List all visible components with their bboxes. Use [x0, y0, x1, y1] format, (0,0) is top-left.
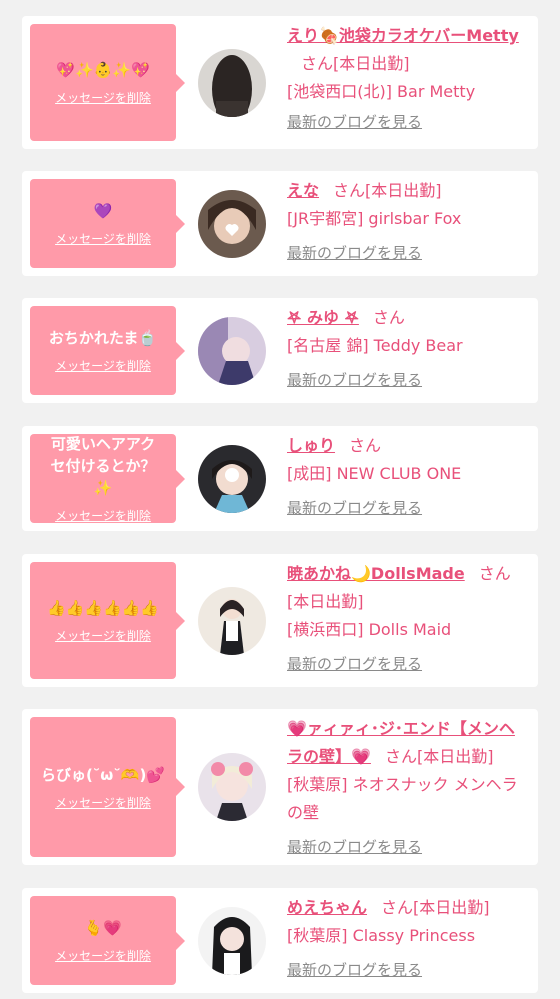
- cast-name-link[interactable]: えり🍖池袋カラオケバーMetty: [287, 26, 519, 45]
- store-name: [秋葉原] ネオスナック メンヘラの壁: [287, 775, 518, 822]
- honorific: さん: [381, 898, 414, 917]
- message-card: 💖✨👶✨💖 メッセージを削除 えり🍖池袋カラオケバーMetty さん[本日出勤] …: [22, 16, 538, 149]
- profile-info: しゅり さん [成田] NEW CLUB ONE 最新のブログを見る: [287, 432, 528, 522]
- message-card: 可愛いヘアアクセ付けるとか？✨ メッセージを削除 しゅり さん [成田] NEW …: [22, 426, 538, 531]
- honorific: さん: [301, 54, 334, 73]
- delete-message-link[interactable]: メッセージを削除: [55, 794, 151, 811]
- attendance-status: [本日出勤]: [287, 592, 364, 611]
- message-text: 可愛いヘアアクセ付けるとか？✨: [50, 435, 156, 497]
- latest-blog-link[interactable]: 最新のブログを見る: [287, 239, 528, 267]
- attendance-status: [本日出勤]: [365, 181, 442, 200]
- message-card: らびゅ(˘ω˘🫶)💕 メッセージを削除 💗ァィァィ･ジ･エンド【メンヘラの壁】💗…: [22, 709, 538, 865]
- delete-message-link[interactable]: メッセージを削除: [55, 357, 151, 374]
- cast-name-link[interactable]: しゅり: [287, 436, 335, 455]
- avatar[interactable]: [198, 907, 266, 975]
- message-card: 👍👍👍👍👍👍 メッセージを削除 暁あかね🌙DollsMade さん [本日出勤] …: [22, 554, 538, 687]
- honorific: さん: [372, 308, 405, 327]
- profile-info: えり🍖池袋カラオケバーMetty さん[本日出勤] [池袋西口(北)] Bar M…: [287, 22, 528, 136]
- message-text: 💜: [93, 202, 113, 220]
- avatar[interactable]: [198, 49, 266, 117]
- cast-name-link[interactable]: 𖤐 みゆ 𖤐: [287, 308, 359, 327]
- message-bubble: 💖✨👶✨💖 メッセージを削除: [30, 24, 176, 141]
- message-bubble: らびゅ(˘ω˘🫶)💕 メッセージを削除: [30, 717, 176, 857]
- cast-name-link[interactable]: めえちゃん: [287, 898, 367, 917]
- avatar[interactable]: [198, 753, 266, 821]
- message-text: 👍👍👍👍👍👍: [46, 599, 160, 617]
- delete-message-link[interactable]: メッセージを削除: [55, 89, 151, 106]
- profile-info: 𖤐 みゆ 𖤐 さん [名古屋 錦] Teddy Bear 最新のブログを見る: [287, 304, 528, 394]
- latest-blog-link[interactable]: 最新のブログを見る: [287, 650, 528, 678]
- avatar[interactable]: [198, 190, 266, 258]
- cast-name-link[interactable]: 暁あかね🌙DollsMade: [287, 564, 465, 583]
- latest-blog-link[interactable]: 最新のブログを見る: [287, 956, 528, 984]
- honorific: さん: [333, 181, 366, 200]
- message-text: おちかれたま🍵: [48, 329, 158, 347]
- store-name: [成田] NEW CLUB ONE: [287, 464, 462, 483]
- honorific: さん: [478, 564, 511, 583]
- profile-info: 💗ァィァィ･ジ･エンド【メンヘラの壁】💗 さん[本日出勤] [秋葉原] ネオスナッ…: [287, 715, 528, 861]
- avatar[interactable]: [198, 445, 266, 513]
- delete-message-link[interactable]: メッセージを削除: [55, 507, 151, 524]
- store-name: [横浜西口] Dolls Maid: [287, 620, 452, 639]
- message-card: おちかれたま🍵 メッセージを削除 𖤐 みゆ 𖤐 さん [名古屋 錦] Teddy …: [22, 298, 538, 403]
- delete-message-link[interactable]: メッセージを削除: [55, 947, 151, 964]
- message-text: 💖✨👶✨💖: [56, 61, 150, 79]
- avatar[interactable]: [198, 317, 266, 385]
- message-card: 🫰💗 メッセージを削除 めえちゃん さん[本日出勤] [秋葉原] Classy P…: [22, 888, 538, 993]
- message-bubble: 💜 メッセージを削除: [30, 179, 176, 268]
- store-name: [秋葉原] Classy Princess: [287, 926, 476, 945]
- store-name: [池袋西口(北)] Bar Metty: [287, 82, 476, 101]
- message-bubble: 👍👍👍👍👍👍 メッセージを削除: [30, 562, 176, 679]
- avatar[interactable]: [198, 587, 266, 655]
- latest-blog-link[interactable]: 最新のブログを見る: [287, 366, 528, 394]
- delete-message-link[interactable]: メッセージを削除: [55, 627, 151, 644]
- latest-blog-link[interactable]: 最新のブログを見る: [287, 833, 528, 861]
- message-bubble: 🫰💗 メッセージを削除: [30, 896, 176, 985]
- attendance-status: [本日出勤]: [413, 898, 490, 917]
- store-name: [名古屋 錦] Teddy Bear: [287, 336, 463, 355]
- profile-info: 暁あかね🌙DollsMade さん [本日出勤] [横浜西口] Dolls Mai…: [287, 560, 528, 678]
- cast-name-link[interactable]: えな: [287, 181, 319, 200]
- profile-info: めえちゃん さん[本日出勤] [秋葉原] Classy Princess 最新のブ…: [287, 894, 528, 984]
- message-text: らびゅ(˘ω˘🫶)💕: [40, 765, 166, 784]
- profile-info: えな さん[本日出勤] [JR宇都宮] girlsbar Fox 最新のブログを見…: [287, 177, 528, 267]
- message-text: 🫰💗: [84, 919, 122, 937]
- latest-blog-link[interactable]: 最新のブログを見る: [287, 108, 528, 136]
- store-name: [JR宇都宮] girlsbar Fox: [287, 209, 462, 228]
- message-bubble: 可愛いヘアアクセ付けるとか？✨ メッセージを削除: [30, 434, 176, 523]
- honorific: さん: [349, 436, 382, 455]
- message-bubble: おちかれたま🍵 メッセージを削除: [30, 306, 176, 395]
- message-card: 💜 メッセージを削除 えな さん[本日出勤] [JR宇都宮] girlsbar F…: [22, 171, 538, 276]
- honorific: さん: [384, 747, 417, 766]
- latest-blog-link[interactable]: 最新のブログを見る: [287, 494, 528, 522]
- delete-message-link[interactable]: メッセージを削除: [55, 230, 151, 247]
- attendance-status: [本日出勤]: [416, 747, 494, 766]
- attendance-status: [本日出勤]: [333, 54, 410, 73]
